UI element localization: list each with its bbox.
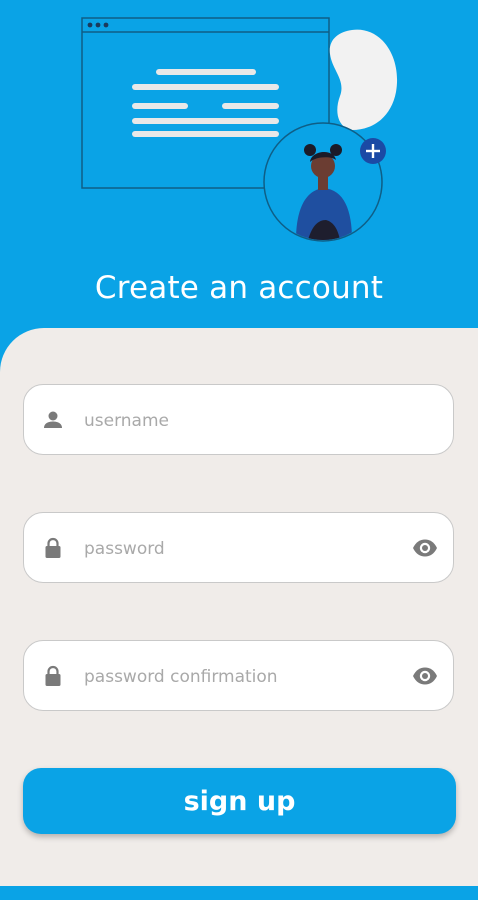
lock-icon xyxy=(45,537,61,558)
lock-icon xyxy=(45,665,61,686)
bottom-bar xyxy=(0,886,478,900)
password-field[interactable] xyxy=(23,512,454,584)
person-icon xyxy=(44,411,62,428)
page-title: Create an account xyxy=(94,270,384,306)
eye-icon[interactable] xyxy=(411,534,439,562)
avatar-graphic xyxy=(263,122,383,242)
leaf-shape xyxy=(329,29,398,130)
password-confirmation-field[interactable] xyxy=(23,640,454,712)
header: Create an account xyxy=(0,0,478,340)
username-input[interactable] xyxy=(82,385,406,456)
eye-icon[interactable] xyxy=(411,662,439,690)
sign-up-button[interactable]: sign up xyxy=(23,768,456,834)
username-field[interactable] xyxy=(23,384,454,456)
signup-illustration xyxy=(81,17,398,242)
password-input[interactable] xyxy=(82,513,406,584)
password-confirmation-input[interactable] xyxy=(82,641,406,712)
plus-icon xyxy=(360,138,386,164)
